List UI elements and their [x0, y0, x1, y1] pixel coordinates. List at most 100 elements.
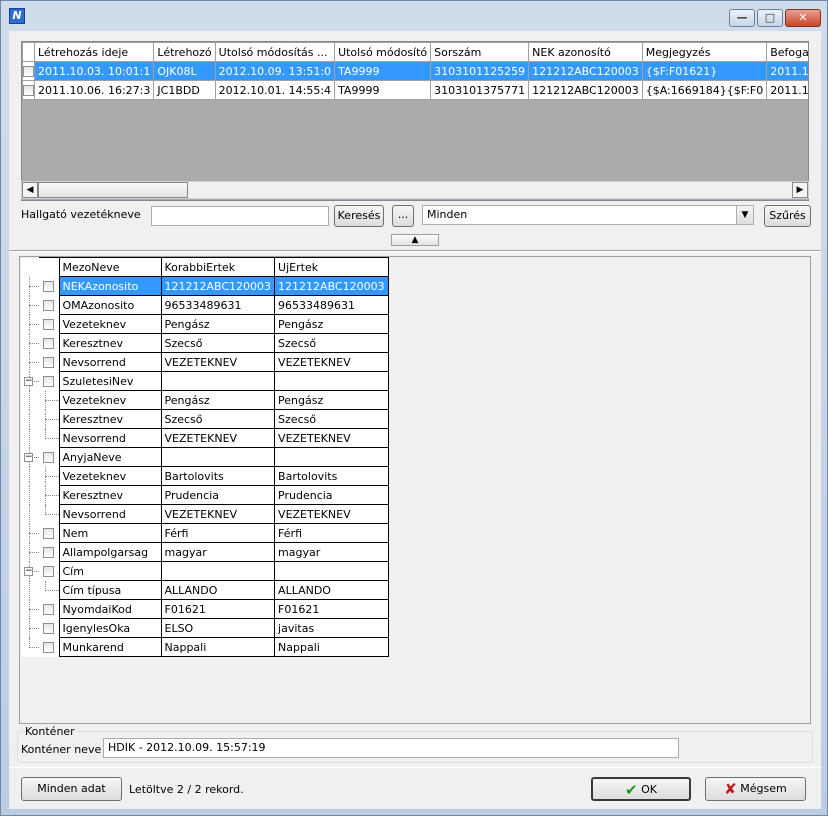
horizontal-scrollbar[interactable]: ◀ ▶ [21, 181, 809, 199]
row-checkbox[interactable] [43, 623, 55, 634]
column-header[interactable]: Befogadás dá [766, 42, 808, 62]
tree-cell-new[interactable]: Szecső [274, 333, 389, 353]
tree-cell-name[interactable]: Keresztnev [58, 333, 162, 353]
all-data-button[interactable]: Minden adat [21, 777, 122, 801]
table-cell[interactable]: 121212ABC120003 [528, 80, 643, 100]
tree-row[interactable]: NEKAzonosito 121212ABC120003 121212ABC1200… [21, 276, 389, 296]
tree-cell-new[interactable]: VEZETEKNEV [274, 428, 389, 448]
tree-cell-new[interactable]: Bartolovits [274, 466, 389, 486]
tree-cell-old[interactable]: Nappali [160, 637, 276, 657]
tree-row[interactable]: Nem Férfi Férfi [21, 523, 389, 543]
table-cell[interactable]: 3103101375771 [430, 80, 530, 100]
search-button[interactable]: Keresés [334, 205, 384, 227]
cancel-button[interactable]: ✘ Mégsem [705, 777, 806, 801]
collapse-minus-icon[interactable]: − [24, 376, 33, 386]
column-header[interactable]: MezoNeve [58, 257, 162, 277]
tree-cell-new[interactable]: magyar [274, 542, 389, 562]
column-header[interactable]: Megjegyzés [641, 42, 768, 62]
tree-cell-new[interactable]: Szecső [274, 409, 389, 429]
collapse-minus-icon[interactable]: − [24, 452, 33, 462]
table-cell[interactable]: 2011.10.12. [766, 80, 808, 100]
tree-cell-new[interactable]: ALLANDO [274, 580, 389, 600]
chevron-down-icon[interactable]: ▼ [736, 206, 753, 224]
table-cell[interactable]: 121212ABC120003 [528, 61, 643, 81]
tree-cell-old[interactable]: 96533489631 [160, 295, 276, 315]
row-checkbox[interactable] [43, 642, 55, 653]
scroll-thumb[interactable] [38, 182, 188, 198]
filter-button[interactable]: Szűrés [764, 205, 811, 227]
table-row[interactable]: 2011.10.06. 16:27:3 JC1BDD 2012.10.01. 1… [22, 80, 808, 100]
tree-row[interactable]: Nevsorrend VEZETEKNEV VEZETEKNEV [21, 504, 389, 524]
browse-button[interactable]: ... [392, 205, 414, 227]
close-button[interactable]: ✕ [785, 9, 821, 27]
tree-cell-new[interactable]: Nappali [274, 637, 389, 657]
table-cell[interactable]: TA9999 [334, 61, 432, 81]
row-checkbox[interactable] [43, 300, 55, 311]
row-checkbox[interactable] [43, 528, 55, 539]
row-checkbox[interactable] [43, 281, 55, 292]
tree-cell-old[interactable]: Férfi [160, 523, 276, 543]
maximize-button[interactable]: □ [757, 9, 783, 27]
tree-row[interactable]: Keresztnev Prudencia Prudencia [21, 485, 389, 505]
tree-cell-old[interactable]: 121212ABC120003 [160, 276, 276, 296]
tree-cell-name[interactable]: Nem [58, 523, 162, 543]
tree-cell-new[interactable]: Pengász [274, 390, 389, 410]
tree-gutter[interactable]: − [21, 447, 39, 467]
tree-cell-new[interactable] [274, 447, 389, 467]
tree-cell-old[interactable]: VEZETEKNEV [160, 504, 276, 524]
tree-cell-new[interactable] [274, 561, 389, 581]
tree-cell-name[interactable]: OMAzonosito [58, 295, 162, 315]
tree-row[interactable]: − Cím [21, 561, 389, 581]
records-grid[interactable]: Létrehozás ideje Létrehozó Utolsó módosí… [21, 41, 809, 201]
column-header[interactable]: UjErtek [274, 257, 389, 277]
tree-cell-name[interactable]: AnyjaNeve [58, 447, 162, 467]
tree-cell-old[interactable]: Szecső [160, 409, 276, 429]
tree-row[interactable]: Nevsorrend VEZETEKNEV VEZETEKNEV [21, 428, 389, 448]
tree-cell-name[interactable]: Munkarend [58, 637, 162, 657]
tree-cell-old[interactable]: Pengász [160, 390, 276, 410]
tree-cell-new[interactable]: Prudencia [274, 485, 389, 505]
table-cell[interactable]: 3103101125259 [430, 61, 530, 81]
tree-row[interactable]: − SzuletesiNev [21, 371, 389, 391]
row-checkbox[interactable] [43, 566, 55, 577]
table-cell[interactable]: 2011.10.03. 10:01:1 [33, 61, 155, 81]
tree-row[interactable]: − AnyjaNeve [21, 447, 389, 467]
row-checkbox[interactable] [43, 319, 55, 330]
tree-gutter[interactable]: − [21, 371, 39, 391]
tree-cell-name[interactable]: IgenylesOka [58, 618, 162, 638]
row-checkbox[interactable] [23, 66, 34, 77]
container-name-field[interactable]: HDIK - 2012.10.09. 15:57:19 [103, 738, 679, 758]
tree-cell-old[interactable] [160, 447, 276, 467]
tree-cell-name[interactable]: Keresztnev [58, 409, 162, 429]
tree-cell-name[interactable]: Cím [58, 561, 162, 581]
filter-select[interactable]: Minden ▼ [422, 205, 754, 225]
tree-cell-name[interactable]: Vezeteknev [58, 314, 162, 334]
changes-tree-table[interactable]: MezoNeve KorabbiErtek UjErtek NEKAzonosi… [21, 257, 389, 657]
tree-cell-name[interactable]: Cím típusa [58, 580, 162, 600]
tree-row[interactable]: Cím típusa ALLANDO ALLANDO [21, 580, 389, 600]
tree-cell-name[interactable]: Nevsorrend [58, 504, 162, 524]
tree-row[interactable]: Munkarend Nappali Nappali [21, 637, 389, 657]
tree-cell-new[interactable]: javitas [274, 618, 389, 638]
tree-cell-new[interactable]: 96533489631 [274, 295, 389, 315]
tree-cell-old[interactable]: VEZETEKNEV [160, 428, 276, 448]
tree-cell-new[interactable]: F01621 [274, 599, 389, 619]
row-checkbox[interactable] [23, 85, 34, 96]
tree-cell-name[interactable]: Nevsorrend [58, 352, 162, 372]
tree-row[interactable]: OMAzonosito 96533489631 96533489631 [21, 295, 389, 315]
row-checkbox[interactable] [43, 338, 55, 349]
column-header[interactable]: Létrehozás ideje [33, 42, 155, 62]
column-header[interactable]: Utolsó módosítás ... [214, 42, 336, 62]
tree-cell-new[interactable] [274, 371, 389, 391]
table-cell[interactable]: TA9999 [334, 80, 432, 100]
tree-cell-name[interactable]: Vezeteknev [58, 390, 162, 410]
row-checkbox[interactable] [43, 452, 55, 463]
collapse-splitter-button[interactable]: ▲ [391, 234, 439, 246]
tree-row[interactable]: Vezeteknev Bartolovits Bartolovits [21, 466, 389, 486]
tree-row[interactable]: Vezeteknev Pengász Pengász [21, 390, 389, 410]
minimize-button[interactable]: — [729, 9, 755, 27]
column-header[interactable]: NEK azonosító [528, 42, 643, 62]
tree-cell-new[interactable]: Pengász [274, 314, 389, 334]
tree-gutter[interactable]: − [21, 561, 39, 581]
column-header[interactable]: Utolsó módosító [334, 42, 432, 62]
